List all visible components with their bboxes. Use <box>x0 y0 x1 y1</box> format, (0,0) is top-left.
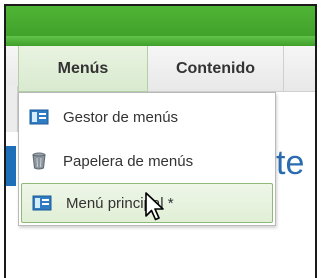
menu-icon <box>32 195 52 211</box>
menu-manager-icon <box>29 109 49 125</box>
dropdown-item-label: Gestor de menús <box>63 108 179 126</box>
dropdown-item-gestor-de-menus[interactable]: Gestor de menús <box>19 97 275 137</box>
dropdown-item-label: Papelera de menús <box>63 152 194 170</box>
background-title-accent <box>6 146 16 186</box>
screenshot-frame: Menús Contenido te Gestor de menús Papel… <box>4 4 317 278</box>
main-menubar: Menús Contenido <box>6 46 315 132</box>
dropdown-item-menu-principal[interactable]: Menú principal * <box>21 183 273 223</box>
tab-contenido-label: Contenido <box>175 60 256 77</box>
menus-dropdown: Gestor de menús Papelera de menús Menú p… <box>18 92 276 226</box>
top-header-bar <box>6 6 315 46</box>
trash-icon <box>32 152 46 170</box>
dropdown-item-label: Menú principal * <box>66 194 174 212</box>
background-title-fragment: te <box>276 144 305 182</box>
dropdown-item-papelera-de-menus[interactable]: Papelera de menús <box>19 141 275 181</box>
tab-menus[interactable]: Menús <box>18 46 148 92</box>
menubar-left-edge <box>6 86 18 132</box>
header-stripe <box>6 36 315 46</box>
tab-contenido[interactable]: Contenido <box>148 46 284 92</box>
tab-menus-label: Menús <box>57 59 109 77</box>
